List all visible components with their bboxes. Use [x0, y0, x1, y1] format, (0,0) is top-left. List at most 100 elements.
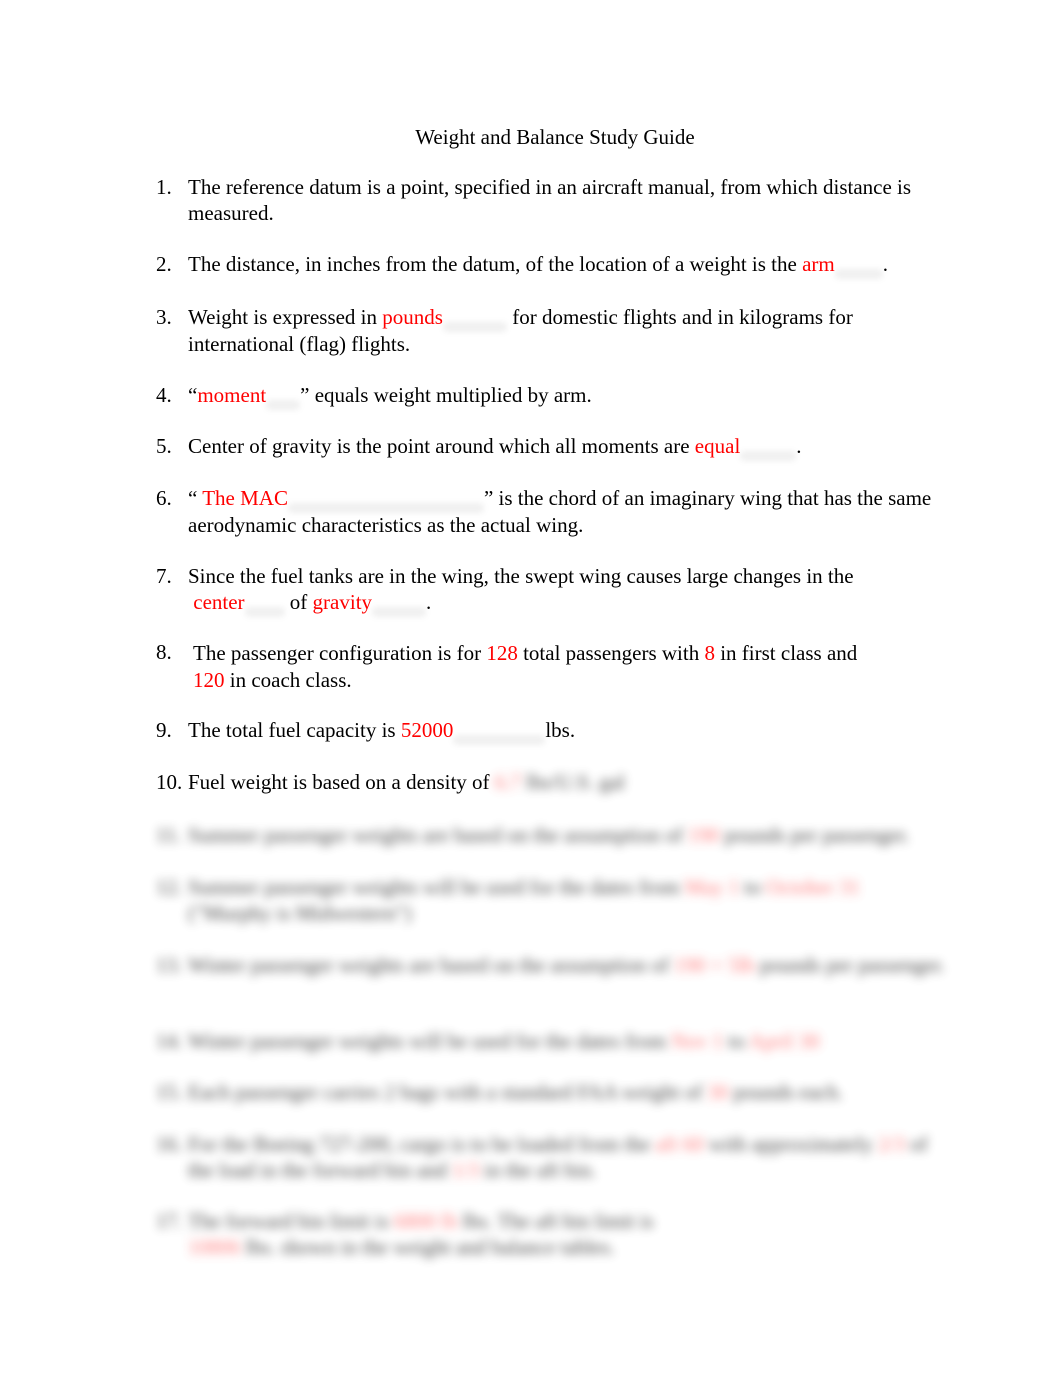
question-text: total passengers with	[517, 641, 705, 665]
question-text: with approximately	[703, 1132, 879, 1156]
question-text: The reference datum is a point, specifie…	[188, 175, 912, 225]
question-12: 12. Summer passenger weights will be use…	[156, 875, 946, 926]
answer-blank	[834, 269, 883, 279]
answer-blank	[372, 606, 427, 617]
question-text: of	[284, 589, 313, 614]
question-10: 10. Fuel weight is based on a density of…	[156, 770, 946, 796]
question-text: Winter passenger weights are based on th…	[188, 953, 675, 977]
question-text: to	[723, 1029, 749, 1053]
question-15: 15. Each passenger carries 2 bags with a…	[156, 1080, 946, 1106]
question-number: 11.	[156, 823, 182, 847]
answer-text: The MAC	[202, 486, 288, 510]
answer-text: moment	[197, 383, 267, 407]
answer-blank	[442, 322, 507, 332]
question-number: 14.	[156, 1029, 183, 1053]
question-text: Weight is expressed in	[188, 305, 383, 329]
answer-text: 10806	[188, 1234, 241, 1259]
answer-text: 1/3	[452, 1157, 480, 1182]
question-text: Summer passenger weights are based on th…	[188, 823, 688, 847]
question-number: 9.	[156, 718, 172, 742]
document-title: Weight and Balance Study Guide	[415, 125, 695, 149]
question-text: in coach class.	[224, 668, 352, 692]
question-number: 12.	[156, 875, 183, 899]
answer-blank	[453, 735, 546, 745]
question-17: 17. The forward bin limit is 6800 lb lbs…	[156, 1209, 946, 1260]
answer-text: 190 + 5lb	[674, 953, 755, 977]
answer-text: 6.7	[494, 770, 522, 794]
question-number: 17.	[156, 1209, 183, 1233]
blurred-answer: 6.7 lbs/U.S. gal	[495, 770, 625, 794]
question-text: pounds per passenger.	[719, 823, 910, 847]
answer-text: gravity	[312, 589, 373, 614]
question-number: 5.	[156, 434, 172, 458]
question-text: ” equals weight multiplied by arm.	[300, 383, 592, 407]
question-text: lbs/U.S. gal	[521, 770, 625, 794]
answer-text: Nov 1	[671, 1029, 724, 1053]
question-number: 1.	[156, 175, 172, 199]
question-text: Winter passenger weights will be used fo…	[188, 1029, 672, 1053]
question-text: in first class and	[714, 641, 858, 665]
question-text: Summer passenger weights will be used fo…	[188, 875, 685, 899]
answer-text: 6800 lb	[393, 1209, 458, 1233]
question-3: 3. Weight is expressed in pounds for dom…	[156, 305, 946, 358]
question-number: 16.	[156, 1132, 183, 1156]
question-13: 13. Winter passenger weights are based o…	[156, 953, 946, 979]
answer-text: equal	[694, 434, 741, 458]
question-7: 7. Since the fuel tanks are in the wing,…	[156, 564, 946, 617]
question-text: Each passenger carries 2 bags with a sta…	[188, 1080, 708, 1104]
question-text: .	[426, 589, 432, 614]
answer-text: aft 60	[655, 1132, 704, 1156]
answer-blank	[740, 451, 797, 461]
question-text: The distance, in inches from the datum, …	[188, 252, 803, 276]
question-text: lbs. The aft bin limit is	[457, 1209, 654, 1233]
question-4: 4. “moment ” equals weight multiplied by …	[156, 383, 946, 410]
question-5: 5. Center of gravity is the point around…	[156, 434, 946, 461]
question-text: Since the fuel tanks are in the wing, th…	[188, 564, 854, 588]
question-2: 2. The distance, in inches from the datu…	[156, 252, 946, 279]
question-text: “	[188, 486, 203, 510]
question-text: The total fuel capacity is	[188, 718, 401, 742]
question-text: Center of gravity is the point around wh…	[188, 434, 695, 458]
answer-text: 128	[486, 641, 518, 665]
question-number: 2.	[156, 252, 172, 276]
answer-text: October 31	[765, 875, 860, 899]
question-number: 4.	[156, 383, 172, 407]
question-number: 3.	[156, 305, 172, 329]
question-text: The passenger configuration is for	[193, 641, 487, 665]
question-text: For the Boeing 727-200, cargo is to be l…	[188, 1132, 656, 1156]
question-number: 6.	[156, 486, 172, 510]
question-text: Fuel weight is based on a density of	[188, 770, 495, 794]
answer-blank	[287, 503, 484, 513]
answer-text: 2/3	[878, 1132, 905, 1156]
answer-text: May 1	[684, 875, 740, 899]
answer-text: center	[193, 589, 245, 614]
question-text: lbs.	[545, 718, 576, 742]
question-8: 8. The passenger configuration is for 12…	[156, 640, 946, 694]
answer-blank	[244, 606, 285, 617]
answer-blank	[266, 400, 301, 410]
question-14: 14. Winter passenger weights will be use…	[156, 1029, 946, 1055]
question-16: 16. For the Boeing 727-200, cargo is to …	[156, 1132, 946, 1183]
answer-text: 30	[707, 1080, 729, 1104]
question-text: “	[188, 383, 198, 407]
answer-text: 52000	[400, 718, 454, 742]
answer-text: 190	[687, 823, 720, 847]
question-text: in the aft bin.	[479, 1157, 597, 1182]
question-1: 1. The reference datum is a point, speci…	[156, 175, 946, 226]
answer-text: 8	[704, 641, 715, 665]
question-text: pounds each.	[728, 1080, 844, 1104]
question-text: pounds per passenger.	[754, 953, 945, 977]
answer-text: April 30	[748, 1029, 820, 1053]
question-number: 8.	[156, 640, 172, 664]
question-9: 9. The total fuel capacity is 52000 lbs.	[156, 718, 946, 745]
question-text: ("Murphy is Midwestern")	[188, 900, 412, 925]
question-number: 15.	[156, 1080, 183, 1104]
answer-text: arm	[802, 252, 835, 276]
question-6: 6. “ The MAC” is the chord of an imagina…	[156, 486, 946, 539]
question-number: 7.	[156, 564, 172, 588]
question-number: 13.	[156, 953, 183, 977]
question-text: .	[882, 252, 888, 276]
question-text: .	[796, 434, 802, 458]
question-text: to	[739, 875, 766, 899]
question-11: 11. Summer passenger weights are based o…	[156, 823, 946, 849]
